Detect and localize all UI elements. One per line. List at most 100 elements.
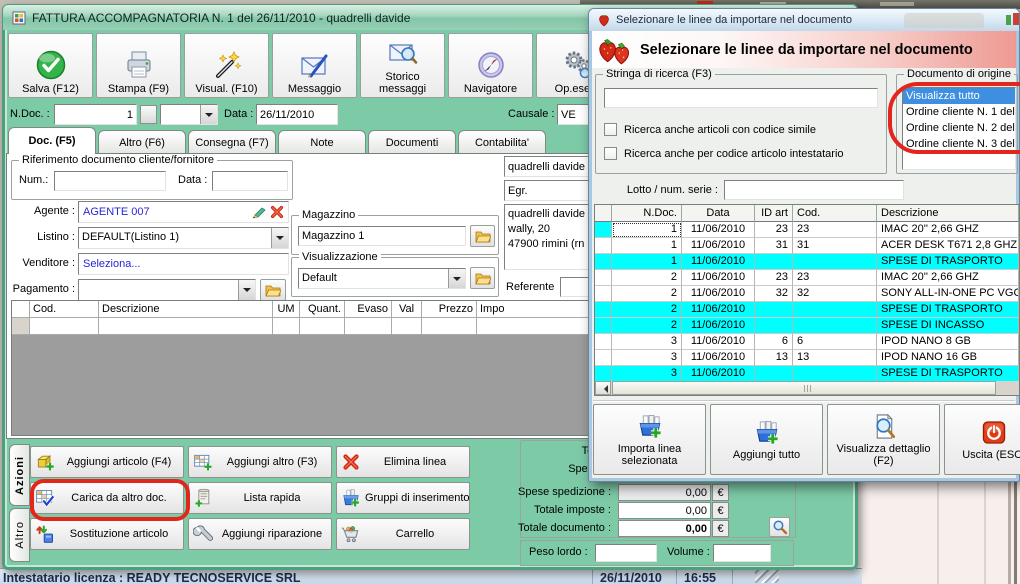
dialog-table-row[interactable]: 2 11/06/2010 SPESE DI TRASPORTO — [595, 302, 1019, 318]
scrollbar-thumb[interactable] — [612, 381, 996, 395]
cell-idart[interactable] — [755, 366, 793, 382]
sostituzione-articolo-button[interactable]: Sostituzione articolo — [30, 518, 184, 550]
rif-num-input[interactable] — [54, 171, 166, 191]
dialog-table-row[interactable]: 1 11/06/2010 SPESE DI TRASPORTO — [595, 254, 1019, 270]
cell-ndoc[interactable]: 3 — [612, 350, 682, 366]
cell-idart[interactable] — [755, 254, 793, 270]
toolbar-salva-f12-button[interactable]: Salva (F12) — [8, 33, 93, 98]
dialog-table-row[interactable]: 1 11/06/2010 23 23 IMAC 20'' 2,66 GHZ — [595, 222, 1019, 238]
cell-cod[interactable]: 13 — [793, 350, 877, 366]
codice-simile-checkbox[interactable] — [604, 123, 617, 136]
items-empty-cell[interactable] — [392, 318, 422, 335]
visualizza-dettaglio-f2-button[interactable]: Visualizza dettaglio (F2) — [827, 404, 940, 475]
aggiungi-riparazione-button[interactable]: Aggiungi riparazione — [188, 518, 332, 550]
clear-icon[interactable] — [269, 204, 285, 220]
cell-descrizione[interactable]: IPOD NANO 16 GB — [877, 350, 1019, 366]
dialog-table-row[interactable]: 2 11/06/2010 32 32 SONY ALL-IN-ONE PC VG… — [595, 286, 1019, 302]
tab-contabilita[interactable]: Contabilita' — [458, 130, 546, 154]
toolbar-visual-f10-button[interactable]: Visual. (F10) — [184, 33, 269, 98]
gruppi-di-inserimento-button[interactable]: Gruppi di inserimento — [336, 482, 470, 514]
cell-ndoc[interactable]: 3 — [612, 366, 682, 382]
pagamento-combobox[interactable] — [78, 279, 256, 301]
dialog-table-row[interactable]: 3 11/06/2010 6 6 IPOD NANO 8 GB — [595, 334, 1019, 350]
items-empty-cell[interactable] — [99, 318, 273, 335]
cell-data[interactable]: 11/06/2010 — [682, 286, 755, 302]
aggiungi-articolo-f4-button[interactable]: Aggiungi articolo (F4) — [30, 446, 184, 478]
cell-data[interactable]: 11/06/2010 — [682, 334, 755, 350]
uscita-esc-button[interactable]: Uscita (ESC) — [944, 404, 1020, 475]
importa-linea-selezionata-button[interactable]: Importa linea selezionata — [593, 404, 706, 475]
volume-input[interactable] — [713, 544, 771, 562]
data-input[interactable] — [256, 104, 338, 125]
cell-ndoc[interactable]: 2 — [612, 318, 682, 334]
cell-data[interactable]: 11/06/2010 — [682, 318, 755, 334]
cell-descrizione[interactable]: SPESE DI INCASSO — [877, 318, 1019, 334]
dialog-table-row[interactable]: 1 11/06/2010 31 31 ACER DESK T671 2,8 GH… — [595, 238, 1019, 254]
ndoc-suffix-combobox[interactable] — [160, 104, 218, 125]
cell-descrizione[interactable]: SPESE DI TRASPORTO — [877, 302, 1019, 318]
magazzino-folder-button[interactable] — [470, 225, 495, 247]
cell-idart[interactable] — [755, 302, 793, 318]
agente-field[interactable]: AGENTE 007 — [78, 201, 289, 223]
cell-descrizione[interactable]: IMAC 20'' 2,66 GHZ — [877, 270, 1019, 286]
cell-cod[interactable]: 6 — [793, 334, 877, 350]
tab-azioni[interactable]: Azioni — [9, 444, 30, 506]
tab-note[interactable]: Note — [278, 130, 366, 154]
toolbar-stampa-f9-button[interactable]: Stampa (F9) — [96, 33, 181, 98]
cell-data[interactable]: 11/06/2010 — [682, 222, 755, 238]
dialog-title-bar[interactable]: Selezionare le linee da importare nel do… — [589, 9, 1019, 31]
dialog-table-row[interactable]: 2 11/06/2010 SPESE DI INCASSO — [595, 318, 1019, 334]
venditore-field[interactable]: Seleziona... — [78, 253, 289, 275]
cell-cod[interactable] — [793, 254, 877, 270]
rif-data-input[interactable] — [212, 171, 288, 191]
cell-ndoc[interactable]: 2 — [612, 302, 682, 318]
scroll-left-arrow[interactable] — [595, 381, 611, 395]
carrello-button[interactable]: Carrello — [336, 518, 470, 550]
horizontal-scrollbar[interactable] — [595, 381, 1019, 395]
cell-cod[interactable]: 23 — [793, 270, 877, 286]
search-input[interactable] — [604, 88, 878, 108]
tab-documenti[interactable]: Documenti — [368, 130, 456, 154]
toolbar-storico-messaggi-button[interactable]: Storico messaggi — [360, 33, 445, 98]
cell-idart[interactable]: 31 — [755, 238, 793, 254]
cell-idart[interactable]: 23 — [755, 222, 793, 238]
row-marker-cell[interactable] — [595, 270, 612, 286]
items-empty-cell[interactable] — [30, 318, 99, 335]
cell-data[interactable]: 11/06/2010 — [682, 270, 755, 286]
cell-descrizione[interactable]: ACER DESK T671 2,8 GHZ - — [877, 238, 1019, 254]
cell-cod[interactable]: 31 — [793, 238, 877, 254]
row-marker-cell[interactable] — [595, 334, 612, 350]
codice-intestatario-checkbox[interactable] — [604, 147, 617, 160]
items-empty-cell[interactable] — [300, 318, 345, 335]
dialog-table-row[interactable]: 3 11/06/2010 SPESE DI TRASPORTO — [595, 366, 1019, 382]
toolbar-navigatore-button[interactable]: Navigatore — [448, 33, 533, 98]
dialog-table-row[interactable]: 2 11/06/2010 23 23 IMAC 20'' 2,66 GHZ — [595, 270, 1019, 286]
cell-ndoc[interactable]: 1 — [612, 254, 682, 270]
cell-data[interactable]: 11/06/2010 — [682, 238, 755, 254]
cell-ndoc[interactable]: 2 — [612, 286, 682, 302]
peso-input[interactable] — [595, 544, 657, 562]
items-empty-cell[interactable] — [12, 318, 30, 335]
items-empty-cell[interactable] — [345, 318, 392, 335]
row-marker-cell[interactable] — [595, 286, 612, 302]
tab-altro-f6[interactable]: Altro (F6) — [98, 130, 186, 154]
chevron-down-icon[interactable] — [271, 228, 288, 248]
visualizzazione-folder-button[interactable] — [470, 267, 495, 289]
items-empty-cell[interactable] — [422, 318, 477, 335]
cell-data[interactable]: 11/06/2010 — [682, 254, 755, 270]
tab-consegna-f7[interactable]: Consegna (F7) — [188, 130, 276, 154]
cell-ndoc[interactable]: 2 — [612, 270, 682, 286]
lotto-input[interactable] — [724, 180, 904, 200]
cell-idart[interactable]: 13 — [755, 350, 793, 366]
cell-cod[interactable] — [793, 302, 877, 318]
items-empty-cell[interactable] — [273, 318, 300, 335]
tab-altro[interactable]: Altro — [9, 508, 30, 562]
checkbox-row[interactable]: Ricerca anche articoli con codice simile — [604, 123, 816, 136]
row-marker-cell[interactable] — [595, 366, 612, 382]
resize-grip[interactable] — [755, 569, 779, 583]
listino-combobox[interactable]: DEFAULT(Listino 1) — [78, 227, 289, 249]
pagamento-folder-button[interactable] — [260, 279, 286, 301]
totals-zoom-button[interactable] — [769, 517, 790, 537]
cell-descrizione[interactable]: SONY ALL-IN-ONE PC VGC-L — [877, 286, 1019, 302]
cell-cod[interactable] — [793, 318, 877, 334]
